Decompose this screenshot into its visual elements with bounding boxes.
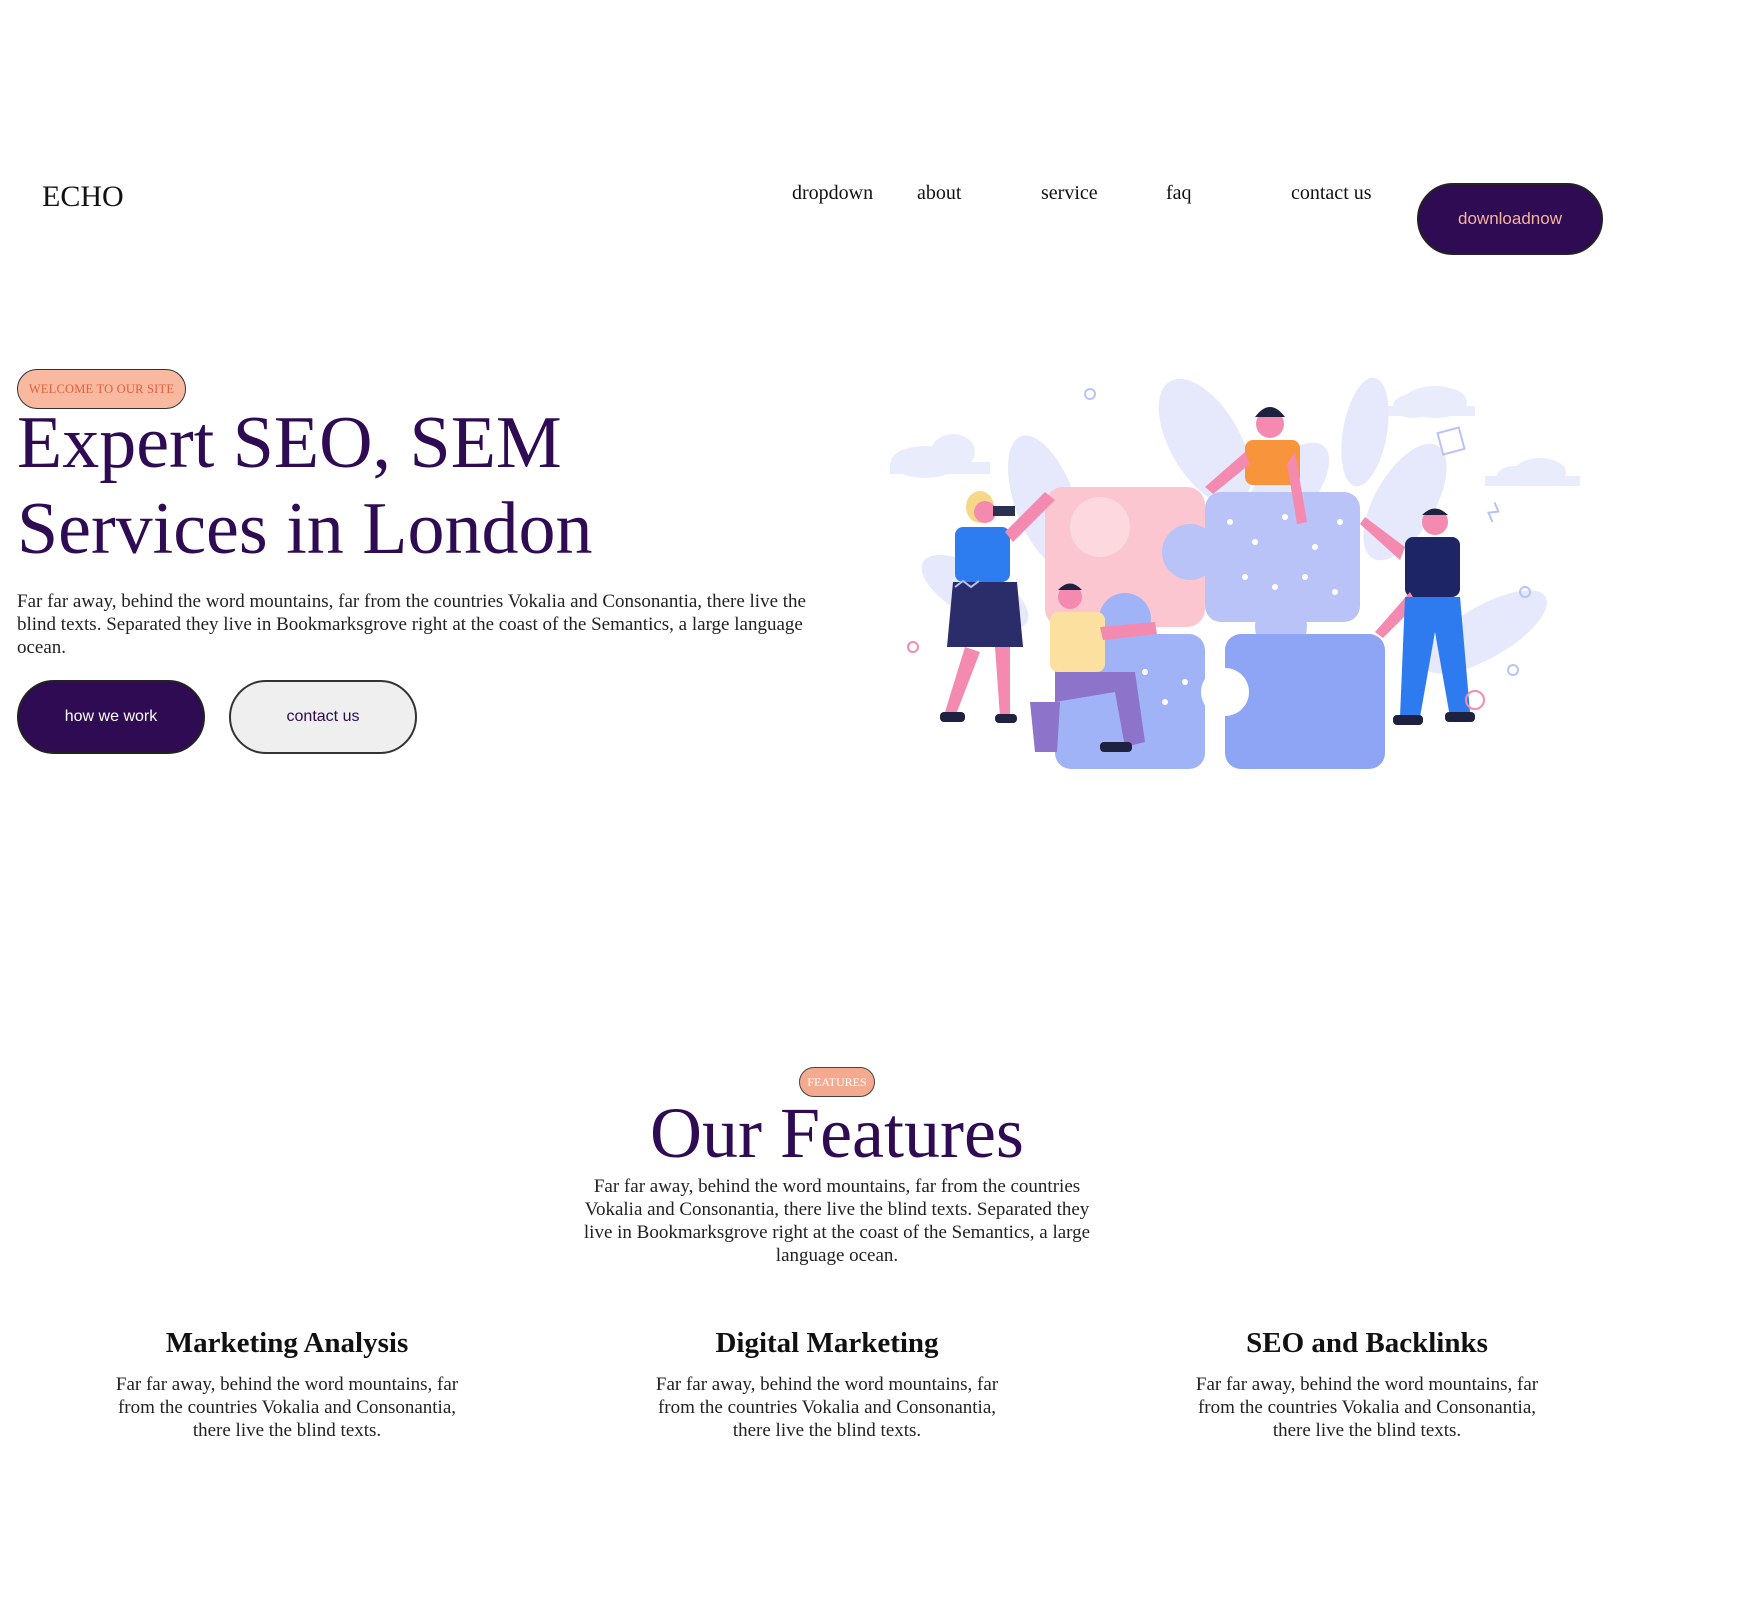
feature-title: Marketing Analysis <box>165 1327 409 1359</box>
download-now-button[interactable]: downloadnow <box>1417 183 1603 255</box>
feature-card: SEO and Backlinks Far far away, behind t… <box>1177 1325 1557 1442</box>
feature-description: Far far away, behind the word mountains,… <box>655 1374 999 1441</box>
nav-item-service[interactable]: service <box>1041 182 1098 205</box>
features-description: Far far away, behind the word mountains,… <box>583 1176 1091 1266</box>
feature-card: Digital Marketing Far far away, behind t… <box>637 1325 1017 1442</box>
team-puzzle-illustration-icon <box>890 377 1580 769</box>
feature-description: Far far away, behind the word mountains,… <box>115 1374 459 1441</box>
nav-item-faq[interactable]: faq <box>1166 182 1192 205</box>
nav-item-contact-us[interactable]: contact us <box>1291 182 1372 205</box>
features-title: Our Features <box>650 1093 1024 1173</box>
how-we-work-button[interactable]: how we work <box>17 680 205 754</box>
hero-title: Expert SEO, SEM Services in London <box>17 400 717 572</box>
nav-item-dropdown[interactable]: dropdown <box>792 182 873 205</box>
contact-us-button[interactable]: contact us <box>229 680 417 754</box>
feature-description: Far far away, behind the word mountains,… <box>1195 1374 1539 1441</box>
feature-card: Marketing Analysis Far far away, behind … <box>97 1325 477 1442</box>
nav-item-about[interactable]: about <box>917 182 961 205</box>
feature-title: Digital Marketing <box>715 1327 939 1359</box>
hero-title-line-2: Services in London <box>17 488 593 570</box>
hero-description: Far far away, behind the word mountains,… <box>17 591 806 658</box>
hero-title-line-1: Expert SEO, SEM <box>17 402 562 484</box>
site-logo[interactable]: ECHO <box>42 180 124 214</box>
feature-title: SEO and Backlinks <box>1246 1327 1488 1359</box>
